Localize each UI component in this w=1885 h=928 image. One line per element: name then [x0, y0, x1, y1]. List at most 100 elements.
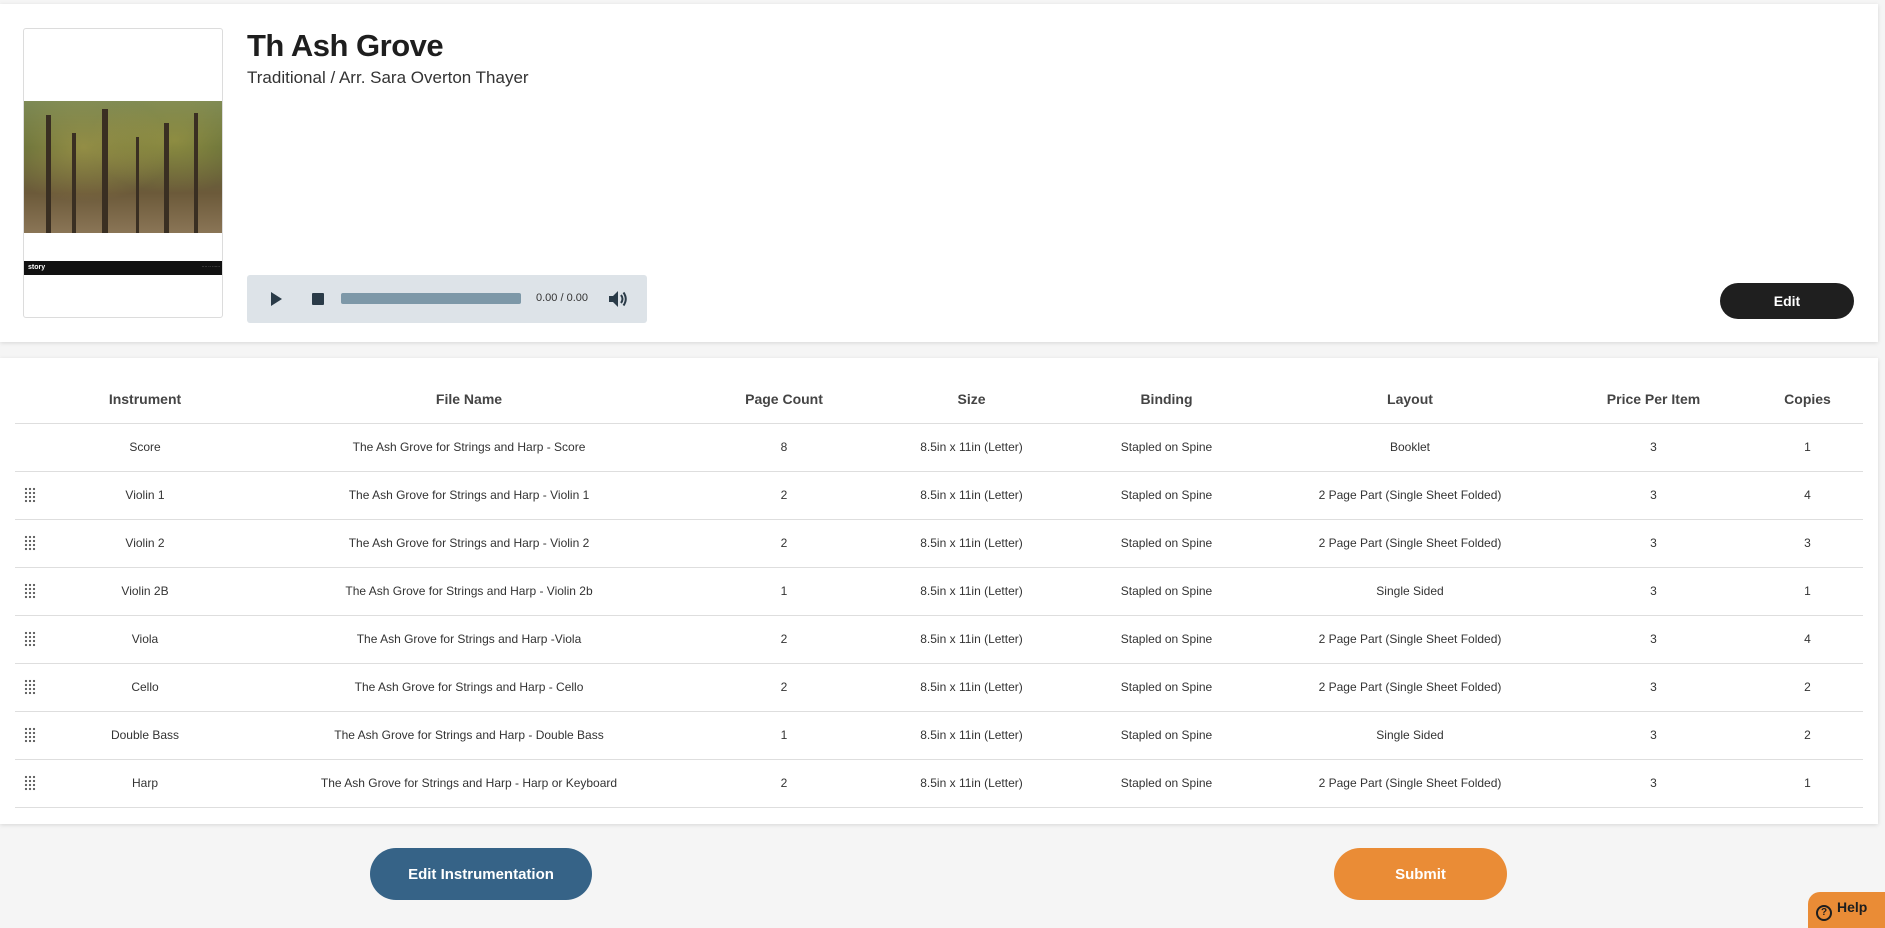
cell-copies: 4 [1752, 615, 1863, 664]
volume-icon[interactable] [607, 289, 629, 309]
cell-layout: Booklet [1265, 423, 1555, 472]
cell-instrument: Violin 2 [45, 519, 245, 568]
cell-file-name: The Ash Grove for Strings and Harp - Dou… [245, 711, 693, 760]
table-row[interactable]: Violin 2 The Ash Grove for Strings and H… [15, 519, 1863, 568]
drag-handle-icon[interactable] [24, 631, 36, 647]
drag-handle-icon[interactable] [24, 535, 36, 551]
cell-page-count: 1 [693, 567, 875, 616]
cell-instrument: Viola [45, 615, 245, 664]
cell-price: 3 [1555, 615, 1752, 664]
help-icon: ? [1816, 905, 1832, 921]
header-price-per-item: Price Per Item [1555, 376, 1752, 424]
drag-cell [15, 471, 45, 520]
cell-price: 3 [1555, 711, 1752, 760]
drag-cell [15, 423, 45, 472]
header-drag [15, 376, 45, 424]
drag-handle-icon[interactable] [24, 487, 36, 503]
cell-file-name: The Ash Grove for Strings and Harp - Har… [245, 759, 693, 808]
table-header-row: Instrument File Name Page Count Size Bin… [15, 376, 1863, 424]
cell-instrument: Violin 1 [45, 471, 245, 520]
drag-cell [15, 711, 45, 760]
cell-page-count: 8 [693, 423, 875, 472]
progress-bar[interactable] [341, 293, 521, 304]
parts-card: Instrument File Name Page Count Size Bin… [0, 358, 1878, 824]
cell-layout: 2 Page Part (Single Sheet Folded) [1265, 759, 1555, 808]
table-row[interactable]: Violin 2B The Ash Grove for Strings and … [15, 567, 1863, 616]
cell-binding: Stapled on Spine [1068, 759, 1265, 808]
edit-button[interactable]: Edit [1720, 283, 1854, 319]
cell-size: 8.5in x 11in (Letter) [875, 471, 1068, 520]
cell-binding: Stapled on Spine [1068, 615, 1265, 664]
drag-cell [15, 567, 45, 616]
header-page-count: Page Count [693, 376, 875, 424]
submit-button[interactable]: Submit [1334, 848, 1507, 900]
stop-icon[interactable] [312, 293, 324, 305]
drag-handle-icon[interactable] [24, 775, 36, 791]
cell-size: 8.5in x 11in (Letter) [875, 759, 1068, 808]
cell-page-count: 2 [693, 519, 875, 568]
cell-price: 3 [1555, 759, 1752, 808]
cell-copies: 2 [1752, 663, 1863, 712]
cell-file-name: The Ash Grove for Strings and Harp - Vio… [245, 519, 693, 568]
cell-binding: Stapled on Spine [1068, 519, 1265, 568]
edit-instrumentation-button[interactable]: Edit Instrumentation [370, 848, 592, 900]
cell-file-name: The Ash Grove for Strings and Harp - Cel… [245, 663, 693, 712]
cell-file-name: The Ash Grove for Strings and Harp -Viol… [245, 615, 693, 664]
table-row[interactable]: Violin 1 The Ash Grove for Strings and H… [15, 471, 1863, 520]
cell-copies: 2 [1752, 711, 1863, 760]
help-button[interactable]: ? Help [1808, 892, 1885, 928]
header-size: Size [875, 376, 1068, 424]
cover-band-text: story [28, 264, 46, 271]
cell-price: 3 [1555, 567, 1752, 616]
table-row[interactable]: Cello The Ash Grove for Strings and Harp… [15, 663, 1863, 712]
cell-size: 8.5in x 11in (Letter) [875, 615, 1068, 664]
cell-size: 8.5in x 11in (Letter) [875, 711, 1068, 760]
table-row[interactable]: Score The Ash Grove for Strings and Harp… [15, 423, 1863, 472]
cell-instrument: Cello [45, 663, 245, 712]
cell-price: 3 [1555, 423, 1752, 472]
table-row[interactable]: Double Bass The Ash Grove for Strings an… [15, 711, 1863, 760]
drag-handle-icon[interactable] [24, 679, 36, 695]
piece-subtitle: Traditional / Arr. Sara Overton Thayer [247, 68, 529, 87]
cell-copies: 1 [1752, 759, 1863, 808]
piece-card: story ···· ·· ······ Th Ash Grove Tradit… [0, 4, 1878, 342]
cover-photo [24, 101, 222, 233]
cell-page-count: 2 [693, 471, 875, 520]
drag-cell [15, 759, 45, 808]
cell-page-count: 1 [693, 711, 875, 760]
cell-page-count: 2 [693, 615, 875, 664]
cell-price: 3 [1555, 471, 1752, 520]
cell-binding: Stapled on Spine [1068, 471, 1265, 520]
cell-file-name: The Ash Grove for Strings and Harp - Vio… [245, 471, 693, 520]
parts-table: Instrument File Name Page Count Size Bin… [15, 376, 1863, 808]
header-file-name: File Name [245, 376, 693, 424]
header-copies: Copies [1752, 376, 1863, 424]
cell-binding: Stapled on Spine [1068, 567, 1265, 616]
cell-layout: 2 Page Part (Single Sheet Folded) [1265, 519, 1555, 568]
cell-price: 3 [1555, 519, 1752, 568]
drag-handle-icon[interactable] [24, 583, 36, 599]
cell-copies: 3 [1752, 519, 1863, 568]
header-layout: Layout [1265, 376, 1555, 424]
cell-size: 8.5in x 11in (Letter) [875, 423, 1068, 472]
audio-player: 0.00 / 0.00 [247, 275, 647, 323]
cell-instrument: Score [45, 423, 245, 472]
help-label: Help [1837, 899, 1868, 915]
drag-handle-icon[interactable] [24, 727, 36, 743]
cell-file-name: The Ash Grove for Strings and Harp - Vio… [245, 567, 693, 616]
cell-copies: 4 [1752, 471, 1863, 520]
cell-layout: 2 Page Part (Single Sheet Folded) [1265, 471, 1555, 520]
cell-file-name: The Ash Grove for Strings and Harp - Sco… [245, 423, 693, 472]
cell-instrument: Violin 2B [45, 567, 245, 616]
table-row[interactable]: Viola The Ash Grove for Strings and Harp… [15, 615, 1863, 664]
header-instrument: Instrument [45, 376, 245, 424]
drag-cell [15, 519, 45, 568]
cover-band: story ···· ·· ······ [24, 261, 222, 275]
drag-cell [15, 615, 45, 664]
table-row[interactable]: Harp The Ash Grove for Strings and Harp … [15, 759, 1863, 808]
cover-band-small-text: ···· ·· ······ [201, 264, 220, 269]
cell-instrument: Double Bass [45, 711, 245, 760]
cell-size: 8.5in x 11in (Letter) [875, 663, 1068, 712]
play-icon[interactable] [271, 292, 282, 306]
cell-size: 8.5in x 11in (Letter) [875, 519, 1068, 568]
